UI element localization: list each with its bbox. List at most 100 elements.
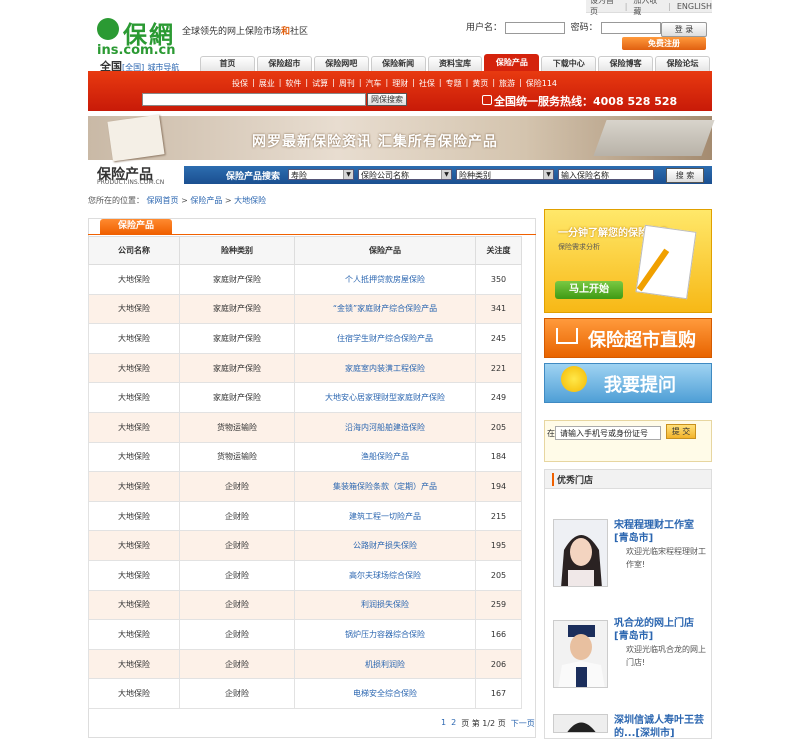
product-link[interactable]: 利润损失保险: [294, 589, 476, 621]
sublink-item[interactable]: 专题: [446, 78, 462, 89]
store-name[interactable]: 深圳信诚人寿叶王芸的...[深圳市]: [614, 714, 708, 740]
popularity-cell: 205: [475, 411, 522, 443]
product-link[interactable]: 集装箱保险条款（定期）产品: [294, 471, 476, 502]
product-link[interactable]: 渔船保险产品: [294, 441, 476, 473]
separator: |: [385, 78, 389, 87]
type-cell: 企财险: [179, 559, 295, 591]
table-row: 大地保险 家庭财产保险 住宿学生财产综合保险产品 245: [88, 323, 522, 354]
tab-forum[interactable]: 保险论坛: [655, 56, 711, 71]
table-row: 大地保险 企财险 利润损失保险 259: [88, 589, 522, 621]
tab-netbar[interactable]: 保险网吧: [313, 56, 369, 71]
register-button[interactable]: 免费注册: [622, 37, 706, 50]
sublink-item[interactable]: 投保: [232, 78, 248, 89]
page-1-link[interactable]: 1: [441, 718, 446, 729]
avatar[interactable]: [553, 714, 608, 733]
site-search-button[interactable]: 网保搜索: [367, 93, 407, 106]
table-row: 大地保险 企财险 电梯安全综合保险 167: [88, 678, 522, 709]
tab-supermarket[interactable]: 保险超市: [256, 56, 312, 71]
company-cell: 大地保险: [88, 678, 180, 709]
sublink-item[interactable]: 软件: [285, 78, 301, 89]
breadcrumb-products[interactable]: 保险产品: [190, 196, 222, 205]
product-link[interactable]: 公路财产损失保险: [294, 530, 476, 561]
product-link[interactable]: 大地安心居家理财型家庭财产保险: [294, 382, 476, 413]
tab-products[interactable]: 保险产品: [484, 54, 540, 71]
product-name-input[interactable]: 输入保险名称: [558, 169, 654, 180]
product-link[interactable]: 沿海内河船舶建造保险: [294, 411, 476, 443]
site-search-input[interactable]: [142, 93, 366, 106]
supermarket-ad-text: 保险超市直购: [588, 330, 696, 351]
chevron-down-icon: ▼: [343, 170, 353, 179]
company-cell: 大地保险: [88, 471, 180, 502]
username-input[interactable]: [504, 21, 565, 34]
sublink-item[interactable]: 汽车: [366, 78, 382, 89]
logo-circle-icon: [97, 18, 119, 40]
type-cell: 企财险: [179, 648, 295, 680]
product-link[interactable]: 机损利润险: [294, 648, 476, 680]
sublink-item[interactable]: 周刊: [339, 78, 355, 89]
type-cell: 企财险: [179, 678, 295, 709]
avatar[interactable]: [553, 519, 608, 587]
product-link[interactable]: 电梯安全综合保险: [294, 678, 476, 709]
logo-domain: ins.com.cn: [97, 43, 176, 58]
english-link[interactable]: ENGLISH: [677, 2, 712, 11]
site-logo[interactable]: 保網 ins.com.cn: [97, 14, 192, 58]
product-search-button[interactable]: 搜 索: [666, 168, 704, 183]
popularity-cell: 205: [475, 559, 522, 591]
tab-downloads[interactable]: 下载中心: [541, 56, 597, 71]
col-popularity: 关注度: [475, 236, 522, 265]
popularity-cell: 215: [475, 500, 522, 532]
type-select[interactable]: ▼ 险种类别: [456, 169, 554, 180]
sublink-item[interactable]: 黄页: [472, 78, 488, 89]
table-row: 大地保险 企财险 公路财产损失保险 195: [88, 530, 522, 561]
store-desc: 欢迎光临巩合龙的网上门店!: [626, 645, 706, 667]
type-cell: 企财险: [179, 471, 295, 502]
panel-divider: [88, 234, 536, 235]
page-2-link[interactable]: 2: [451, 718, 456, 729]
type-cell: 企财险: [179, 530, 295, 561]
company-cell: 大地保险: [88, 441, 180, 473]
tab-blog[interactable]: 保险博客: [598, 56, 654, 71]
add-favorite-link[interactable]: 加入收藏: [633, 0, 662, 17]
password-input[interactable]: [600, 21, 661, 34]
username-label: 用户名：: [466, 23, 503, 33]
sublink-item[interactable]: 试算: [312, 78, 328, 89]
next-page-link[interactable]: 下一页: [511, 718, 535, 729]
sublink-item[interactable]: 理财: [392, 78, 408, 89]
product-link[interactable]: 个人抵押贷款房屋保险: [294, 264, 476, 295]
login-button[interactable]: 登 录: [661, 22, 707, 37]
sublink-item[interactable]: 保险114: [526, 78, 557, 89]
company-cell: 大地保险: [88, 411, 180, 443]
type-cell: 企财险: [179, 619, 295, 650]
panel-tab[interactable]: 保险产品: [100, 219, 172, 234]
type-cell: 家庭财产保险: [179, 352, 295, 384]
product-link[interactable]: 住宿学生财产综合保险产品: [294, 323, 476, 354]
sub-links: 投保 | 展业 | 软件 | 试算 | 周刊 | 汽车 | 理财 | 社保 | 专题 | 黄页 | 旅游 | 保险114: [232, 78, 557, 89]
sublink-item[interactable]: 展业: [259, 78, 275, 89]
start-now-button[interactable]: 马上开始: [555, 281, 623, 299]
company-select[interactable]: ▼ 保险公司名称: [358, 169, 452, 180]
breadcrumb-company[interactable]: 大地保险: [234, 196, 266, 205]
product-link[interactable]: “金锁”家庭财产综合保险产品: [294, 293, 476, 325]
product-link[interactable]: 家庭室内装潢工程保险: [294, 352, 476, 384]
product-link[interactable]: 锅炉压力容器综合保险: [294, 619, 476, 650]
product-link[interactable]: 建筑工程一切险产品: [294, 500, 476, 532]
separator: |: [465, 78, 469, 87]
avatar[interactable]: [553, 620, 608, 688]
category-select[interactable]: ▼ 寿险: [288, 169, 354, 180]
product-link[interactable]: 高尔夫球场综合保险: [294, 559, 476, 591]
set-homepage-link[interactable]: 设为首页: [590, 0, 619, 17]
breadcrumb-home[interactable]: 保网首页: [147, 196, 179, 205]
submit-button[interactable]: 提 交: [666, 424, 696, 439]
sublink-item[interactable]: 旅游: [499, 78, 515, 89]
separator: |: [412, 78, 415, 87]
phone-id-input[interactable]: 请输入手机号或身份证号: [555, 426, 661, 440]
phone-icon: [482, 95, 492, 105]
tab-library[interactable]: 资料宝库: [427, 56, 483, 71]
company-cell: 大地保险: [88, 293, 180, 325]
store-name[interactable]: 巩合龙的网上门店[青岛市]: [614, 617, 708, 643]
type-cell: 家庭财产保险: [179, 293, 295, 325]
tab-news[interactable]: 保险新闻: [370, 56, 426, 71]
sublink-item[interactable]: 社保: [419, 78, 435, 89]
store-name[interactable]: 宋程程理财工作室[青岛市]: [614, 519, 708, 545]
tab-home[interactable]: 首页: [200, 56, 255, 71]
